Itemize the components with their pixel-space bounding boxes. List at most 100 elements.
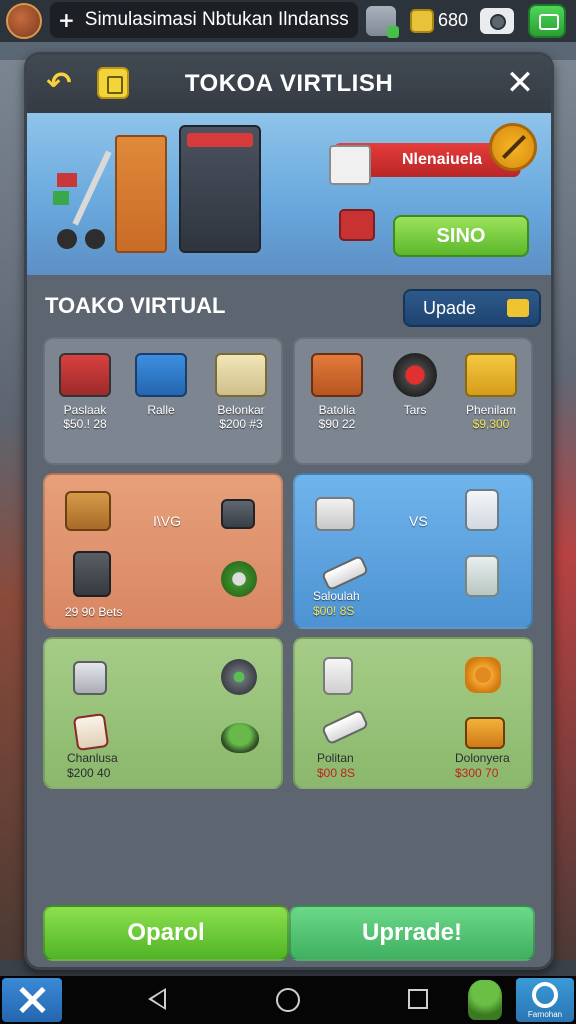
compare-item-price: $00! 8S [313, 604, 355, 618]
item-cash-register[interactable]: Paslaak $50.! 28 [45, 353, 125, 431]
document-icon [465, 489, 499, 531]
item-label-b: Dolonyera $300 70 [455, 751, 510, 781]
compare-vs-label: I\VG [153, 513, 182, 529]
item-market-stand[interactable]: Phenilam $9,300 [451, 353, 531, 431]
coin-count: 680 [438, 10, 469, 30]
item-label-name: Politan [317, 751, 354, 765]
item-label-name: Chanlusa [67, 751, 118, 765]
shelf-icon [115, 135, 167, 253]
game-logo-icon[interactable] [6, 3, 42, 39]
section-header: TOAKO VIRTUAL Upade [35, 283, 545, 331]
close-icon[interactable]: ✕ [501, 65, 539, 101]
tools-icon[interactable] [2, 978, 62, 1022]
store-badge-icon [97, 67, 129, 99]
cash-register-icon [59, 353, 111, 397]
printer-icon [315, 497, 355, 531]
item-name: Paslaak [63, 403, 107, 417]
item-label-price: $300 70 [455, 766, 499, 780]
market-stand-icon [465, 353, 517, 397]
machine-icon [221, 499, 255, 529]
item-scale[interactable]: Ralle [121, 353, 201, 417]
upgrade-arrow-icon [507, 299, 529, 317]
dial-icon [221, 659, 257, 695]
item-label: Chanlusa $200 40 [67, 751, 118, 781]
item-label-price: $00 8S [317, 766, 356, 780]
item-label-name: Dolonyera [455, 751, 510, 765]
compare-vs-label: VS [409, 513, 428, 529]
notepad-icon [72, 712, 110, 752]
back-icon[interactable] [148, 988, 166, 1010]
scale-icon [135, 353, 187, 397]
storage-cube-icon [73, 661, 107, 695]
display-case-icon [179, 125, 261, 253]
item-tire[interactable]: Tars [375, 353, 455, 417]
settings-shortcut-label: Farnohan [527, 1010, 563, 1019]
compare-card-blue[interactable]: VS Saloulah $00! 8S [293, 473, 533, 629]
item-price: $50.! 28 [63, 417, 107, 431]
item-name: Belonkar [217, 403, 265, 417]
item-card-equipment-b[interactable]: Batolia $90 22 Tars Phenilam $9,300 [293, 337, 533, 465]
item-label-a: Politan $00 8S [317, 751, 355, 781]
shopping-bag-icon[interactable] [366, 6, 399, 38]
upgrade-small-label: Upade [423, 297, 477, 318]
item-price: $9,300 [472, 417, 510, 431]
camera-icon[interactable] [480, 8, 514, 34]
basket-icon [465, 717, 505, 749]
top-status-bar: + Simulasimasi Nbtukan Ilndanss 680 [0, 0, 576, 42]
compare-item-label: Saloulah $00! 8S [313, 589, 360, 619]
shopping-cart-icon [311, 353, 363, 397]
barcode-scanner-icon [320, 708, 370, 746]
pos-terminal-icon [215, 353, 267, 397]
edit-icon[interactable] [489, 123, 537, 171]
hero-confirm-button[interactable]: SINO [393, 215, 529, 257]
gear-icon [465, 657, 501, 693]
bowl-icon [221, 723, 259, 753]
character-icon[interactable] [468, 980, 502, 1020]
item-name: Tars [403, 403, 427, 417]
item-price: $200 #3 [219, 417, 263, 431]
item-card-equipment-a[interactable]: Paslaak $50.! 28 Ralle Belonkar $200 #3 [43, 337, 283, 465]
compare-footer-label: 29 90 Bets [65, 605, 123, 619]
recent-apps-icon[interactable] [408, 989, 428, 1009]
coin-icon [410, 9, 434, 33]
upgrade-button[interactable]: Uprrade! [289, 905, 535, 961]
item-pos-terminal[interactable]: Belonkar $200 #3 [201, 353, 281, 431]
item-price: $90 22 [318, 417, 356, 431]
game-title-bar: + Simulasimasi Nbtukan Ilndanss [50, 2, 358, 38]
sale-box-icon [329, 145, 371, 185]
item-card-green-b[interactable]: Politan $00 8S Dolonyera $300 70 [293, 637, 533, 789]
back-arrow-icon[interactable]: ↶ [39, 67, 79, 101]
navigation-bar: Farnohan [0, 976, 576, 1024]
upgrade-small-button[interactable]: Upade [403, 289, 541, 327]
item-shopping-cart[interactable]: Batolia $90 22 [297, 353, 377, 431]
tape-roll-icon [221, 561, 257, 597]
lock-icon [339, 209, 375, 241]
item-name: Phenilam [465, 403, 517, 417]
compare-card-orange[interactable]: I\VG 29 90 Bets [43, 473, 283, 629]
hero-banner: Nlenaiuela SINO [27, 113, 551, 275]
cardboard-box-icon [65, 491, 111, 531]
panel-title: TOKOA VIRTLISH [184, 70, 394, 97]
settings-shortcut[interactable]: Farnohan [516, 978, 574, 1022]
store-panel: ↶ TOKOA VIRTLISH ✕ Nlenaiuela SINO TOAKO… [24, 52, 554, 970]
barcode-scanner-icon [320, 554, 370, 592]
server-rack-icon [73, 551, 111, 597]
plus-icon[interactable]: + [58, 8, 75, 32]
home-icon[interactable] [276, 988, 300, 1012]
game-title: Simulasimasi Nbtukan Ilndanss [84, 9, 349, 30]
chat-icon[interactable] [528, 4, 566, 38]
fridge-icon [465, 555, 499, 597]
panel-header: ↶ TOKOA VIRTLISH ✕ [27, 55, 551, 113]
ring-icon [532, 982, 558, 1008]
item-name: Batolia [318, 403, 356, 417]
hand-truck-icon [53, 150, 112, 249]
open-button[interactable]: Oparol [43, 905, 289, 961]
sale-banner-label: Nlenaiuela [401, 151, 483, 168]
item-card-green-a[interactable]: Chanlusa $200 40 [43, 637, 283, 789]
item-label-price: $200 40 [67, 766, 111, 780]
section-title: TOAKO VIRTUAL [45, 293, 226, 318]
tire-icon [393, 353, 437, 397]
compare-item-name: Saloulah [313, 589, 360, 603]
item-name: Ralle [147, 403, 175, 417]
toaster-icon [323, 657, 353, 695]
